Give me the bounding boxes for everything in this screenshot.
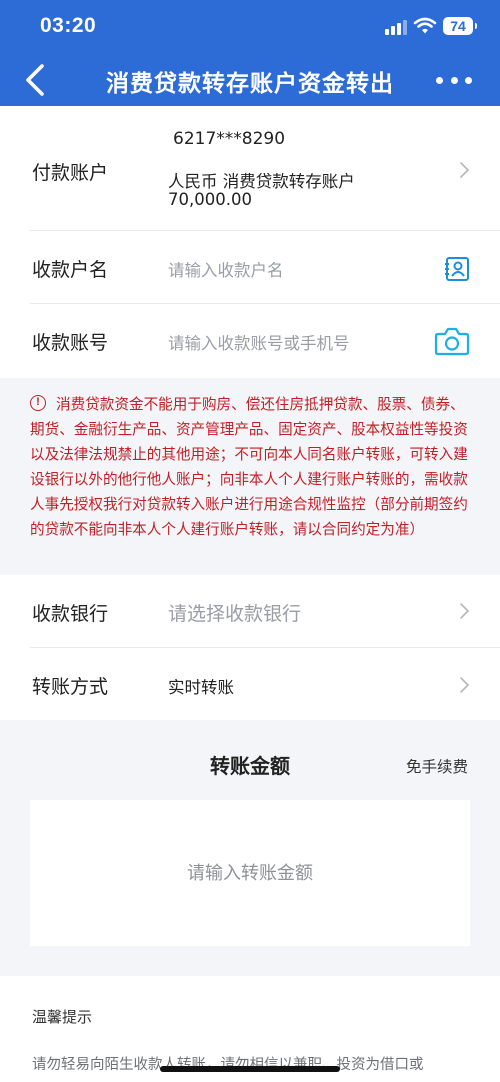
page-title: 消费贷款转存账户资金转出	[106, 71, 394, 97]
payee-account-label: 收款账号	[32, 332, 109, 354]
payee-name-input[interactable]: 请输入收款户名	[168, 257, 284, 281]
warning-notice: ! 消费贷款资金不能用于购房、偿还住房抵押贷款、股票、债券、期货、金融衍生产品、…	[0, 378, 500, 575]
fee-note: 免手续费	[405, 758, 468, 776]
payer-account-label: 付款账户	[32, 162, 109, 184]
battery-icon: 74	[443, 17, 477, 35]
chevron-right-icon	[460, 603, 470, 619]
account-form-card: 付款账户 6217***8290 人民币 消费贷款转存账户 70,000.00 …	[0, 106, 500, 378]
back-arrow-icon[interactable]	[18, 60, 58, 100]
transfer-method-value: 实时转账	[168, 678, 234, 697]
payer-balance: 70,000.00	[168, 190, 252, 209]
more-options-icon[interactable]	[436, 70, 472, 90]
amount-section: 转账金额 免手续费	[0, 720, 500, 976]
payee-bank-row[interactable]: 收款银行 请选择收款银行	[0, 575, 500, 647]
payer-account-row[interactable]: 付款账户 6217***8290 人民币 消费贷款转存账户 70,000.00	[0, 106, 500, 230]
payee-account-row: 收款账号 请输入收款账号或手机号	[0, 304, 500, 378]
payee-name-row: 收款户名 请输入收款户名	[0, 231, 500, 303]
nav-bar: 消费贷款转存账户资金转出	[0, 54, 500, 106]
payee-bank-label: 收款银行	[32, 603, 109, 625]
transfer-method-row[interactable]: 转账方式 实时转账	[0, 648, 500, 720]
payee-account-input[interactable]: 请输入收款账号或手机号	[168, 330, 350, 354]
payee-bank-select: 请选择收款银行	[168, 603, 302, 625]
status-time: 03:20	[40, 14, 97, 37]
transfer-method-label: 转账方式	[32, 676, 109, 698]
wifi-icon	[413, 17, 437, 34]
cellular-signal-icon	[385, 19, 409, 35]
home-indicator	[160, 1066, 340, 1072]
app-header: 03:20 74 消费贷款转存账户资金转出	[0, 0, 500, 106]
tips-title: 温馨提示	[32, 1008, 93, 1026]
chevron-right-icon	[460, 677, 470, 693]
warning-text: 消费贷款资金不能用于购房、偿还住房抵押贷款、股票、债券、期货、金融衍生产品、资产…	[30, 396, 468, 538]
camera-icon[interactable]	[434, 325, 470, 357]
chevron-right-icon	[460, 162, 470, 178]
amount-box	[30, 800, 470, 946]
payer-account-number: 6217***8290	[173, 129, 286, 149]
status-bar: 03:20 74	[0, 0, 500, 54]
contact-book-icon[interactable]	[444, 256, 470, 282]
bank-method-card: 收款银行 请选择收款银行 转账方式 实时转账	[0, 575, 500, 720]
payee-name-label: 收款户名	[32, 259, 109, 281]
amount-input[interactable]	[30, 800, 470, 946]
payer-account-type: 人民币 消费贷款转存账户	[168, 172, 355, 191]
